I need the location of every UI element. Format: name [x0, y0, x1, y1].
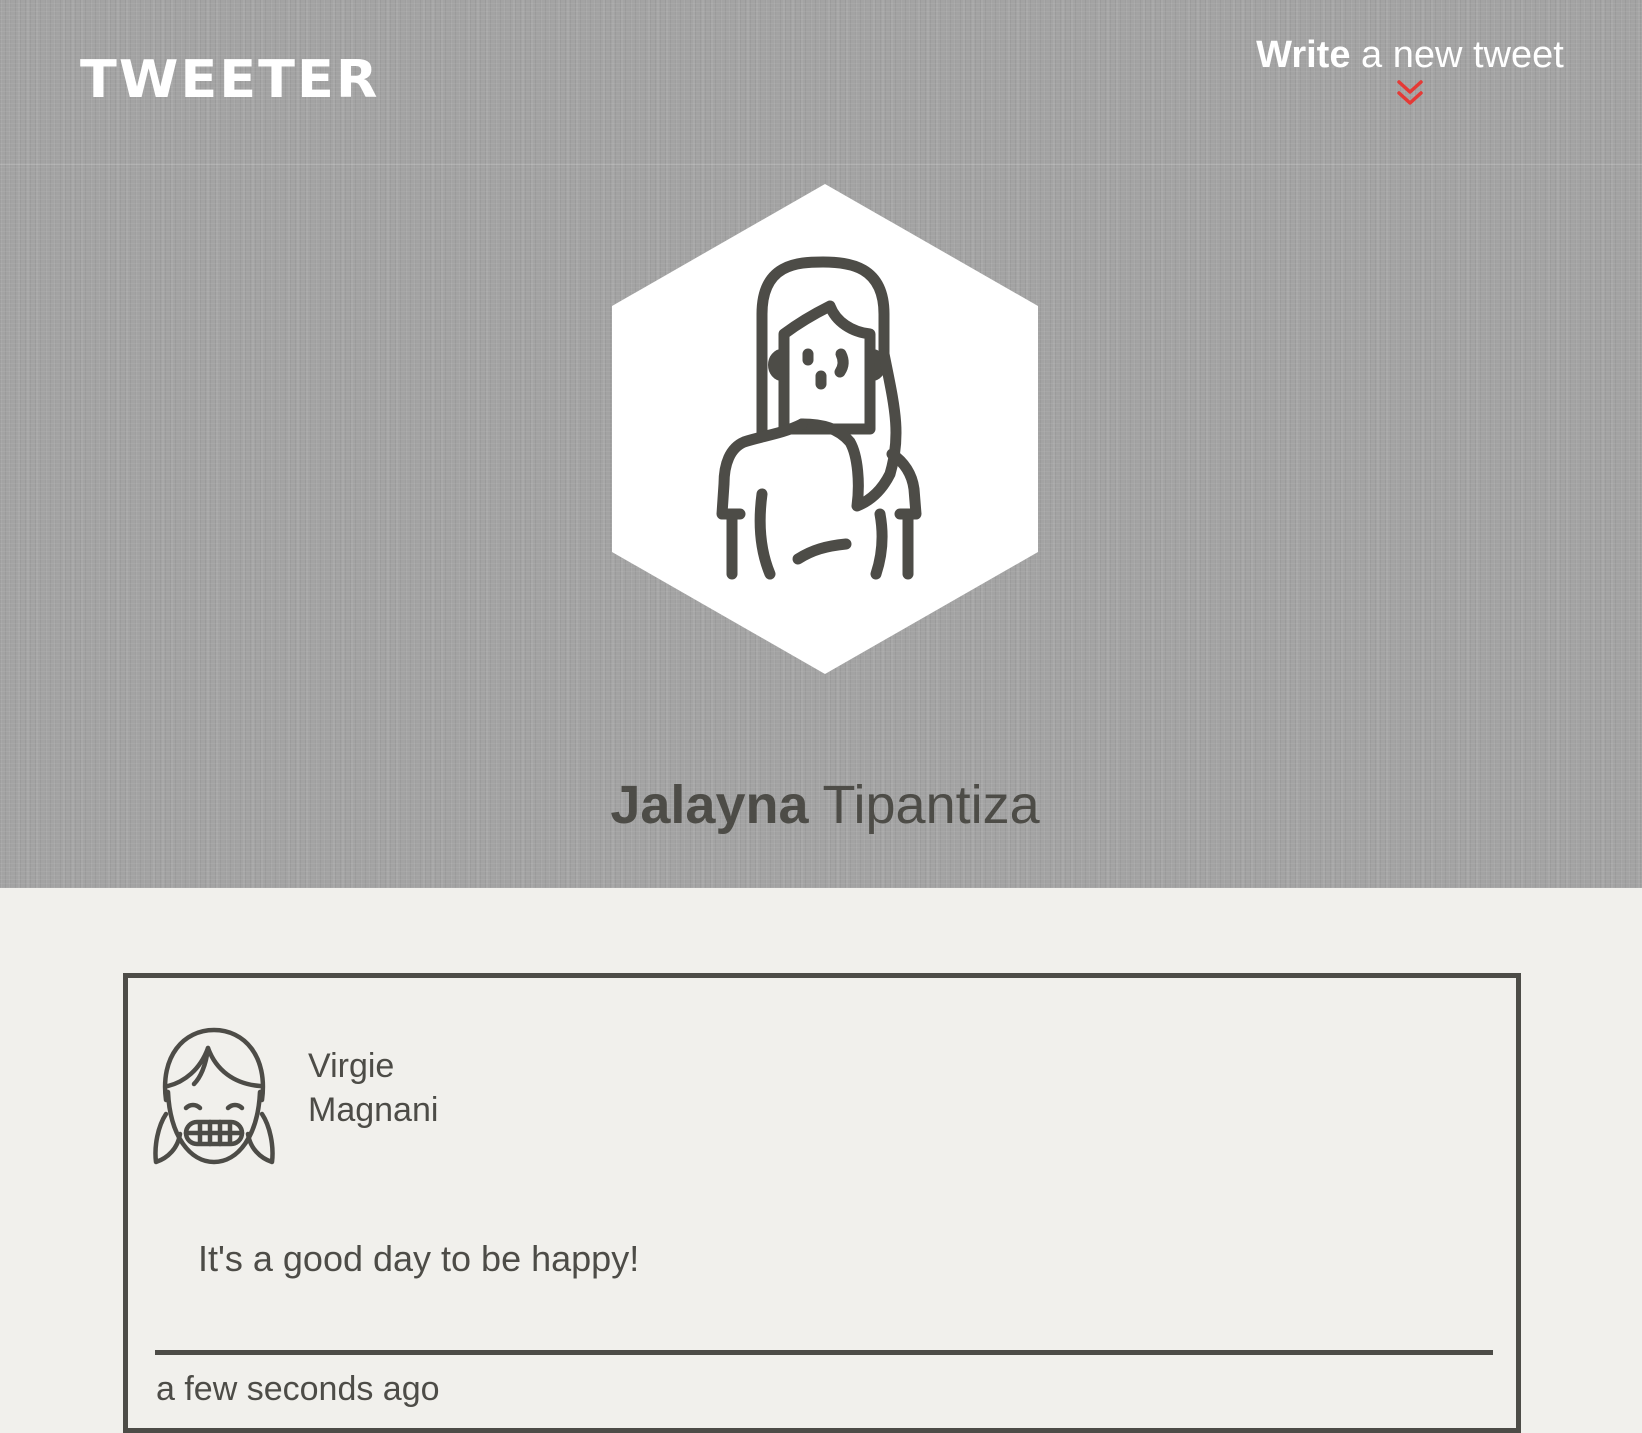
- tweet-author-last-name: Magnani: [308, 1091, 439, 1129]
- app-logo[interactable]: TWEETER: [80, 50, 379, 110]
- double-chevron-down-icon[interactable]: [1395, 79, 1425, 107]
- profile-hero: TWEETER Write a new tweet Jalayna Tipant…: [0, 0, 1642, 888]
- tweet-author-avatar: [153, 1027, 275, 1165]
- write-tweet-toggle[interactable]: Write a new tweet: [1250, 34, 1570, 124]
- write-tweet-label-rest: a new tweet: [1350, 34, 1564, 76]
- tweet-author-name[interactable]: Virgie Magnani: [308, 1044, 438, 1132]
- tweet-timestamp: a few seconds ago: [156, 1370, 440, 1408]
- profile-last-name: Tipantiza: [822, 775, 1040, 835]
- smiling-girl-avatar-icon: [153, 1027, 275, 1165]
- tweet-author-first-name: Virgie: [308, 1047, 395, 1085]
- tweet-text: It's a good day to be happy!: [198, 1238, 640, 1279]
- profile-first-name: Jalayna: [610, 775, 809, 835]
- profile-avatar: [612, 184, 1038, 674]
- write-tweet-label-bold: Write: [1256, 34, 1351, 76]
- top-nav: TWEETER Write a new tweet: [0, 0, 1642, 165]
- tweet-card: Virgie Magnani It's a good day to be hap…: [123, 973, 1521, 1433]
- write-tweet-label[interactable]: Write a new tweet: [1250, 34, 1570, 77]
- profile-name: Jalayna Tipantiza: [0, 774, 1642, 836]
- tweet-divider: [155, 1350, 1493, 1355]
